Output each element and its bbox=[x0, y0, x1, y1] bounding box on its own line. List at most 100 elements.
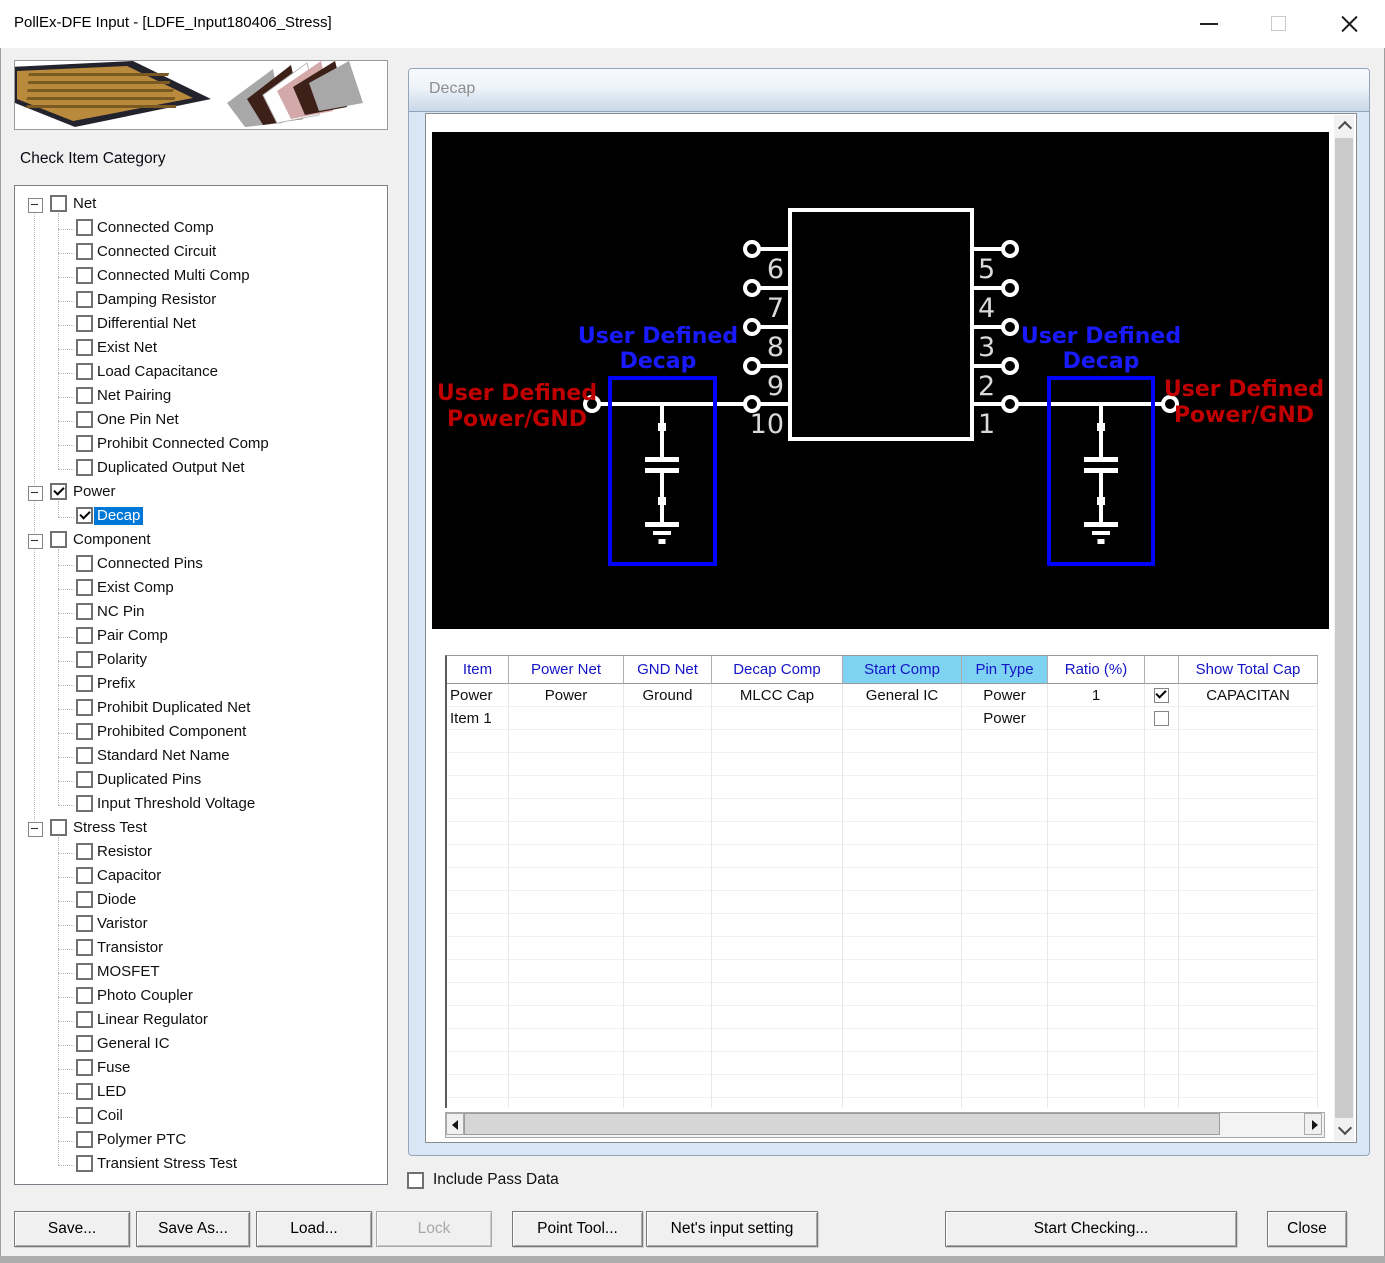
table-cell[interactable] bbox=[1179, 707, 1318, 730]
table-empty-row[interactable] bbox=[447, 960, 1318, 983]
table-row[interactable]: Item 1Power bbox=[447, 707, 1318, 730]
table-empty-row[interactable] bbox=[447, 891, 1318, 914]
table-cell[interactable]: Power bbox=[962, 684, 1048, 707]
table-cell[interactable] bbox=[1048, 707, 1145, 730]
tree-item-linear-regulator[interactable]: Linear Regulator bbox=[15, 1009, 387, 1033]
tree-checkbox[interactable] bbox=[76, 243, 93, 260]
tree-checkbox[interactable] bbox=[76, 1083, 93, 1100]
tree-checkbox[interactable] bbox=[76, 699, 93, 716]
tree-checkbox[interactable] bbox=[76, 1059, 93, 1076]
maximize-button[interactable] bbox=[1255, 0, 1301, 48]
tree-checkbox[interactable] bbox=[76, 627, 93, 644]
tree-checkbox[interactable] bbox=[76, 387, 93, 404]
table-empty-row[interactable] bbox=[447, 1098, 1318, 1108]
expand-collapse-icon[interactable] bbox=[28, 486, 43, 501]
tree-checkbox[interactable] bbox=[76, 267, 93, 284]
horizontal-scrollbar[interactable] bbox=[445, 1112, 1325, 1138]
tree-checkbox[interactable] bbox=[76, 651, 93, 668]
vertical-scrollbar-thumb[interactable] bbox=[1335, 138, 1353, 1118]
table-empty-row[interactable] bbox=[447, 1052, 1318, 1075]
tree-checkbox[interactable] bbox=[76, 987, 93, 1004]
table-empty-row[interactable] bbox=[447, 1006, 1318, 1029]
tree-checkbox[interactable] bbox=[76, 1131, 93, 1148]
table-empty-row[interactable] bbox=[447, 1075, 1318, 1098]
table-cell[interactable]: MLCC Cap bbox=[712, 684, 843, 707]
include-pass-checkbox[interactable] bbox=[407, 1172, 424, 1189]
tree-checkbox[interactable] bbox=[76, 315, 93, 332]
tree-item-fuse[interactable]: Fuse bbox=[15, 1057, 387, 1081]
tree-checkbox[interactable] bbox=[76, 747, 93, 764]
table-empty-row[interactable] bbox=[447, 983, 1318, 1006]
table-empty-row[interactable] bbox=[447, 937, 1318, 960]
tree-item-exist-comp[interactable]: Exist Comp bbox=[15, 577, 387, 601]
table-empty-row[interactable] bbox=[447, 753, 1318, 776]
tree-item-prohibit-connected-comp[interactable]: Prohibit Connected Comp bbox=[15, 433, 387, 457]
tree-item-connected-pins[interactable]: Connected Pins bbox=[15, 553, 387, 577]
tree-checkbox[interactable] bbox=[76, 459, 93, 476]
tree-item-prohibit-duplicated-net[interactable]: Prohibit Duplicated Net bbox=[15, 697, 387, 721]
tree-item-photo-coupler[interactable]: Photo Coupler bbox=[15, 985, 387, 1009]
tree-checkbox[interactable] bbox=[76, 915, 93, 932]
scroll-left-button[interactable] bbox=[446, 1113, 464, 1135]
tree-checkbox[interactable] bbox=[76, 675, 93, 692]
expand-collapse-icon[interactable] bbox=[28, 198, 43, 213]
tree-item-varistor[interactable]: Varistor bbox=[15, 913, 387, 937]
tree-item-connected-multi-comp[interactable]: Connected Multi Comp bbox=[15, 265, 387, 289]
table-cell[interactable]: Power bbox=[447, 684, 509, 707]
table-empty-row[interactable] bbox=[447, 1029, 1318, 1052]
tree-item-pair-comp[interactable]: Pair Comp bbox=[15, 625, 387, 649]
tree-checkbox[interactable] bbox=[76, 291, 93, 308]
tree-item-duplicated-output-net[interactable]: Duplicated Output Net bbox=[15, 457, 387, 481]
table-empty-row[interactable] bbox=[447, 776, 1318, 799]
tree-item-power[interactable]: Power bbox=[15, 481, 387, 505]
scroll-down-button[interactable] bbox=[1334, 1119, 1354, 1141]
expand-collapse-icon[interactable] bbox=[28, 822, 43, 837]
tree-item-capacitor[interactable]: Capacitor bbox=[15, 865, 387, 889]
tree-item-damping-resistor[interactable]: Damping Resistor bbox=[15, 289, 387, 313]
horizontal-scrollbar-thumb[interactable] bbox=[464, 1113, 1220, 1135]
tree-checkbox[interactable] bbox=[76, 963, 93, 980]
tree-item-input-threshold-voltage[interactable]: Input Threshold Voltage bbox=[15, 793, 387, 817]
tree-item-mosfet[interactable]: MOSFET bbox=[15, 961, 387, 985]
row-checkbox[interactable] bbox=[1154, 688, 1169, 703]
tree-checkbox[interactable] bbox=[76, 843, 93, 860]
table-cell[interactable] bbox=[624, 707, 712, 730]
tree-item-resistor[interactable]: Resistor bbox=[15, 841, 387, 865]
table-cell[interactable] bbox=[712, 707, 843, 730]
include-pass-data[interactable]: Include Pass Data bbox=[407, 1170, 559, 1190]
tree-checkbox[interactable] bbox=[76, 1035, 93, 1052]
tree-item-differential-net[interactable]: Differential Net bbox=[15, 313, 387, 337]
row-checkbox[interactable] bbox=[1154, 711, 1169, 726]
tree-checkbox[interactable] bbox=[76, 723, 93, 740]
tree-item-component[interactable]: Component bbox=[15, 529, 387, 553]
net-s-input-setting-button[interactable]: Net's input setting bbox=[646, 1211, 818, 1247]
table-cell[interactable]: CAPACITAN bbox=[1179, 684, 1318, 707]
tree-item-general-ic[interactable]: General IC bbox=[15, 1033, 387, 1057]
load-button[interactable]: Load... bbox=[256, 1211, 372, 1247]
tree-checkbox[interactable] bbox=[76, 603, 93, 620]
tree-checkbox[interactable] bbox=[76, 555, 93, 572]
table-cell[interactable]: 1 bbox=[1048, 684, 1145, 707]
tree-checkbox[interactable] bbox=[76, 867, 93, 884]
table-empty-row[interactable] bbox=[447, 914, 1318, 937]
tree-checkbox[interactable] bbox=[76, 891, 93, 908]
tree-checkbox[interactable] bbox=[50, 483, 67, 500]
tree-checkbox[interactable] bbox=[76, 579, 93, 596]
table-cell[interactable]: General IC bbox=[843, 684, 962, 707]
point-tool-button[interactable]: Point Tool... bbox=[512, 1211, 643, 1247]
table-empty-row[interactable] bbox=[447, 799, 1318, 822]
tree-checkbox[interactable] bbox=[50, 531, 67, 548]
tree-checkbox[interactable] bbox=[76, 939, 93, 956]
tree-item-led[interactable]: LED bbox=[15, 1081, 387, 1105]
tree-checkbox[interactable] bbox=[76, 339, 93, 356]
tree-item-load-capacitance[interactable]: Load Capacitance bbox=[15, 361, 387, 385]
close-button[interactable] bbox=[1327, 0, 1373, 48]
tree-checkbox[interactable] bbox=[76, 411, 93, 428]
tree-checkbox[interactable] bbox=[50, 195, 67, 212]
tree-checkbox[interactable] bbox=[76, 1155, 93, 1172]
tree-item-exist-net[interactable]: Exist Net bbox=[15, 337, 387, 361]
tree-item-decap[interactable]: Decap bbox=[15, 505, 387, 529]
table-cell[interactable]: Item 1 bbox=[447, 707, 509, 730]
tree-item-polymer-ptc[interactable]: Polymer PTC bbox=[15, 1129, 387, 1153]
tree-item-connected-circuit[interactable]: Connected Circuit bbox=[15, 241, 387, 265]
